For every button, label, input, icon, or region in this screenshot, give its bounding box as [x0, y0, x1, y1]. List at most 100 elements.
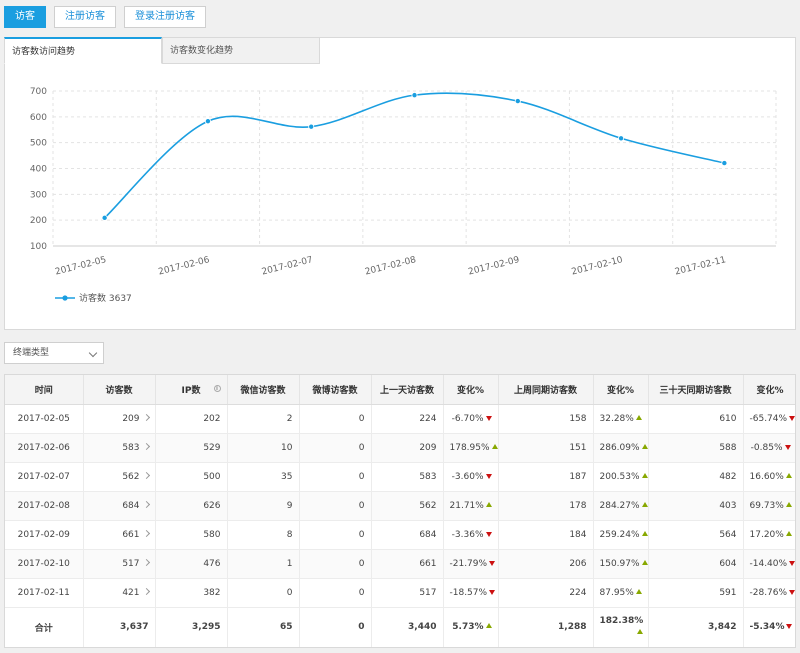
cell-ip: 202 [155, 404, 228, 434]
cell-last-week-change: 286.09% [593, 433, 649, 463]
cell-ip: 626 [155, 491, 228, 521]
y-tick-label: 400 [30, 165, 47, 175]
cell-ip: 500 [155, 462, 228, 492]
tab-logged-in-registered-visitors[interactable]: 登录注册访客 [124, 6, 206, 28]
cell-last-30: 564 [648, 520, 744, 550]
total-prev-day: 3,440 [371, 607, 444, 647]
y-tick-label: 100 [30, 242, 47, 252]
cell-visitors[interactable]: 562 [83, 462, 156, 492]
total-last-30-change: -5.34% [743, 607, 795, 647]
trend-up-icon [635, 414, 642, 420]
cell-wechat: 10 [227, 433, 300, 463]
chevron-right-icon[interactable] [142, 587, 150, 595]
cell-prev-day: 562 [371, 491, 444, 521]
cell-date: 2017-02-10 [5, 549, 84, 579]
x-tick-label: 2017-02-09 [467, 255, 520, 277]
cell-prev-day: 661 [371, 549, 444, 579]
header-last-30-change[interactable]: 变化% [743, 375, 795, 405]
change-value: -18.57% [449, 587, 488, 598]
total-weibo: 0 [299, 607, 372, 647]
x-tick-label: 2017-02-07 [261, 255, 314, 277]
trend-down-icon [489, 560, 496, 566]
cell-ip: 476 [155, 549, 228, 579]
trend-down-icon [789, 560, 795, 566]
change-value: 21.71% [449, 500, 484, 511]
change-value: 17.20% [749, 529, 784, 540]
cell-visitors[interactable]: 661 [83, 520, 156, 550]
table-row: 2017-02-08 684 626 9 0 562 21.71% 178 28… [5, 491, 795, 521]
data-point [514, 98, 521, 105]
chevron-right-icon[interactable] [142, 413, 150, 421]
chevron-right-icon[interactable] [142, 500, 150, 508]
header-ip[interactable]: IP数 i [155, 375, 228, 405]
visitors-value: 684 [122, 500, 140, 511]
change-value: -3.36% [451, 529, 484, 540]
cell-wechat: 0 [227, 578, 300, 608]
x-tick-label: 2017-02-05 [54, 255, 107, 277]
cell-last-week: 224 [498, 578, 594, 608]
cell-last-week-change: 200.53% [593, 462, 649, 492]
cell-visitors[interactable]: 684 [83, 491, 156, 521]
change-value: 32.28% [599, 413, 634, 424]
header-weibo[interactable]: 微博访客数 [299, 375, 372, 405]
header-last-30[interactable]: 三十天同期访客数 [648, 375, 744, 405]
trend-up-icon [785, 501, 792, 507]
terminal-type-select[interactable]: 终端类型 [4, 342, 104, 364]
tab-registered-visitors[interactable]: 注册访客 [54, 6, 116, 28]
chart-tab-visit-trend[interactable]: 访客数访问趋势 [4, 37, 162, 64]
cell-last-week: 187 [498, 462, 594, 492]
trend-up-icon [641, 472, 648, 478]
change-value: -21.79% [449, 558, 488, 569]
chevron-right-icon[interactable] [142, 529, 150, 537]
change-value: 5.73% [452, 622, 484, 633]
header-last-week-change[interactable]: 变化% [593, 375, 649, 405]
trend-down-icon [485, 415, 492, 421]
chart-tab-change-trend[interactable]: 访客数变化趋势 [162, 37, 320, 64]
cell-last-week-change: 259.24% [593, 520, 649, 550]
header-prev-day[interactable]: 上一天访客数 [371, 375, 444, 405]
cell-last-week: 206 [498, 549, 594, 579]
total-label: 合计 [5, 607, 84, 647]
header-prev-day-change[interactable]: 变化% [443, 375, 499, 405]
trend-up-icon [485, 501, 492, 507]
chevron-right-icon[interactable] [142, 558, 150, 566]
cell-visitors[interactable]: 209 [83, 404, 156, 434]
header-ip-label: IP数 [181, 385, 201, 396]
tab-visitors[interactable]: 访客 [4, 6, 46, 28]
cell-prev-day-change: -6.70% [443, 404, 499, 434]
legend-marker [62, 295, 68, 301]
change-value: 178.95% [449, 442, 490, 453]
change-value: 87.95% [599, 587, 634, 598]
change-value: 259.24% [599, 529, 640, 540]
total-ip: 3,295 [155, 607, 228, 647]
header-date[interactable]: 时间 [5, 375, 84, 405]
cell-date: 2017-02-05 [5, 404, 84, 434]
cell-last-30: 403 [648, 491, 744, 521]
info-icon[interactable]: i [213, 385, 221, 392]
trend-down-icon [789, 415, 795, 421]
cell-visitors[interactable]: 421 [83, 578, 156, 608]
visitors-value: 209 [122, 413, 140, 424]
header-last-week[interactable]: 上周同期访客数 [498, 375, 594, 405]
trend-up-icon [641, 443, 648, 449]
header-wechat[interactable]: 微信访客数 [227, 375, 300, 405]
terminal-type-label: 终端类型 [13, 348, 50, 358]
trend-up-icon [641, 530, 648, 536]
change-value: 286.09% [599, 442, 640, 453]
change-value: -65.74% [749, 413, 788, 424]
chevron-right-icon[interactable] [142, 471, 150, 479]
cell-visitors[interactable]: 583 [83, 433, 156, 463]
cell-visitors[interactable]: 517 [83, 549, 156, 579]
chevron-right-icon[interactable] [142, 442, 150, 450]
header-visitors[interactable]: 访客数 [83, 375, 156, 405]
trend-down-icon [485, 531, 492, 537]
cell-wechat: 8 [227, 520, 300, 550]
cell-date: 2017-02-06 [5, 433, 84, 463]
change-value: -0.85% [750, 442, 783, 453]
data-point [618, 135, 625, 142]
chart-tabs: 访客数访问趋势 访客数变化趋势 [4, 37, 320, 64]
trend-down-icon [784, 444, 791, 450]
cell-last-week: 151 [498, 433, 594, 463]
table-row: 2017-02-09 661 580 8 0 684 -3.36% 184 25… [5, 520, 795, 550]
change-value: 16.60% [749, 471, 784, 482]
